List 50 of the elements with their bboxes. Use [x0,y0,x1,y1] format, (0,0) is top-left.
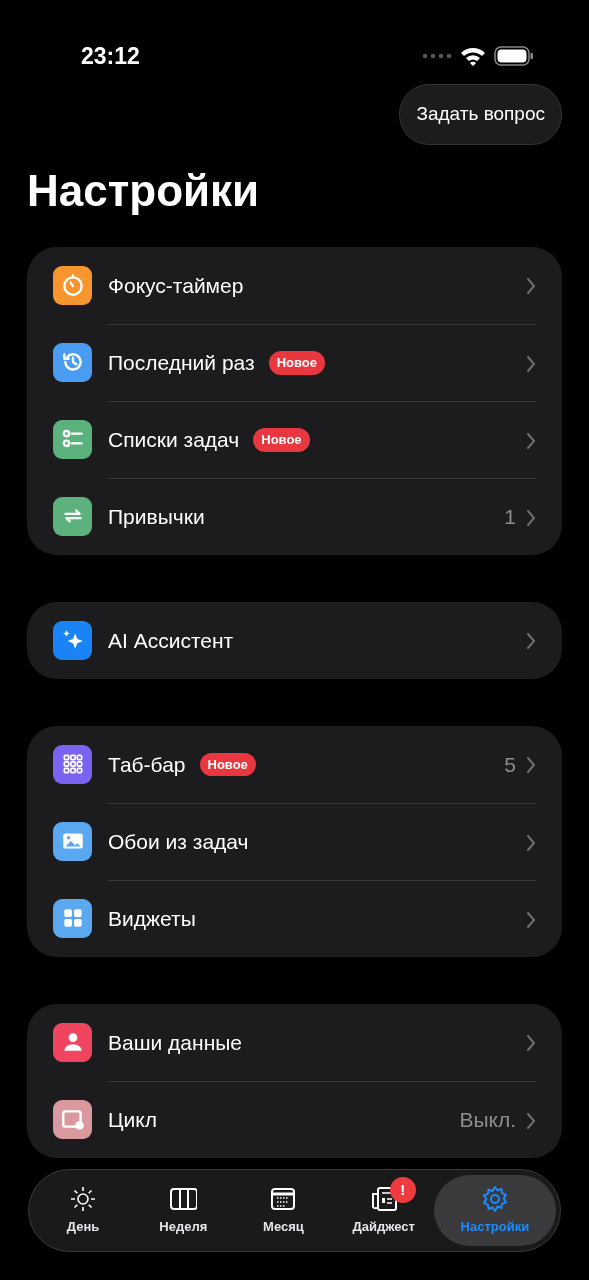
row-label: Виджеты [108,906,196,933]
sun-icon [69,1184,98,1213]
chevron-icon [526,1111,536,1130]
new-badge: Новое [268,351,325,375]
row-value: Выкл. [459,1107,516,1134]
newspaper-icon [369,1184,398,1213]
settings-row[interactable]: Обои из задач [53,802,536,880]
chevron-icon [526,508,536,527]
row-label: Цикл [108,1107,157,1134]
settings-row[interactable]: Цикл Выкл. [53,1080,536,1158]
settings-icon [480,1184,509,1213]
settings-row[interactable]: AI Ассистент [53,601,536,679]
new-badge: Новое [199,752,256,777]
settings-row[interactable]: Ваши данные [53,1003,536,1081]
row-label: Фокус-таймер [108,272,244,299]
tab-item[interactable]: День [33,1175,134,1246]
settings-row[interactable]: Последний раз Новое [53,323,536,401]
chevron-icon [526,277,536,296]
chevron-icon [526,756,536,775]
ask-question-button[interactable]: Задать вопрос [399,84,562,145]
row-label: Ваши данные [108,1029,242,1056]
wifi-icon [460,46,486,66]
settings-row[interactable]: Списки задач Новое [53,400,536,478]
tab-item[interactable]: Неделя [133,1175,234,1246]
row-label: AI Ассистент [108,627,234,654]
page-title: Настройки [27,166,261,215]
alert-badge: ! [389,1177,416,1203]
chevron-icon [526,1034,536,1053]
settings-row[interactable]: Привычки 1 [53,477,536,555]
chevron-icon [526,431,536,450]
settings-row[interactable]: Таб-бар Новое 5 [53,725,536,803]
row-label: Списки задач [108,427,240,454]
row-label: Обои из задач [108,829,249,856]
chevron-icon [526,354,536,373]
battery-icon [494,46,534,66]
chevron-icon [526,632,536,651]
row-label: Последний раз [108,350,255,377]
settings-row[interactable]: Фокус-таймер [53,246,536,324]
chevron-icon [526,910,536,929]
row-value: 1 [504,504,516,531]
signal-icon [422,53,452,59]
status-time: 23:12 [81,41,140,71]
chevron-icon [526,833,536,852]
row-value: 5 [504,751,516,778]
row-label: Привычки [108,504,205,531]
row-label: Таб-бар [108,751,186,778]
tab-item[interactable]: Месяц [233,1175,334,1246]
new-badge: Новое [253,428,310,452]
settings-row[interactable]: Виджеты [53,879,536,957]
tab-item[interactable]: Дайджест ! [333,1175,434,1246]
